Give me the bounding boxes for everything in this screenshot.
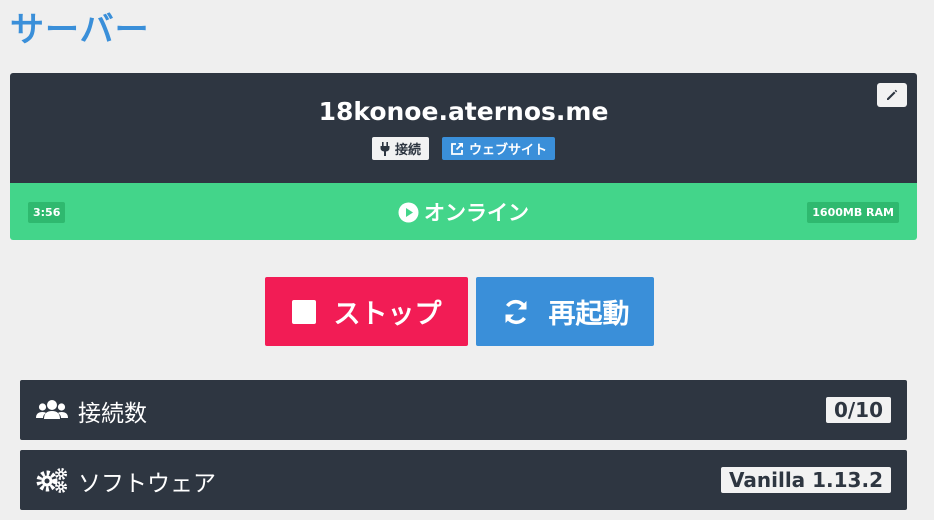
players-row[interactable]: 接続数 0/10 bbox=[20, 380, 907, 440]
play-circle-icon bbox=[398, 202, 419, 222]
status-text: オンライン bbox=[424, 201, 529, 225]
restart-button[interactable]: 再起動 bbox=[476, 277, 654, 346]
server-badges: 接続 ウェブサイト bbox=[10, 137, 917, 160]
players-value: 0/10 bbox=[825, 397, 891, 423]
external-link-icon bbox=[451, 142, 463, 155]
refresh-icon bbox=[504, 299, 527, 324]
connect-badge[interactable]: 接続 bbox=[371, 137, 429, 160]
gears-icon bbox=[36, 468, 67, 493]
software-label: ソフトウェア bbox=[78, 471, 216, 497]
server-card: 18konoe.aternos.me 接続 ウェブサイト 3:56 オンライン … bbox=[10, 73, 917, 240]
status-label: オンライン bbox=[10, 197, 917, 227]
server-address[interactable]: 18konoe.aternos.me bbox=[10, 97, 917, 126]
ram-badge: 1600MB RAM bbox=[807, 202, 899, 223]
stop-icon bbox=[291, 299, 316, 324]
restart-label: 再起動 bbox=[548, 299, 630, 330]
stop-label: ストップ bbox=[333, 299, 442, 330]
stop-button[interactable]: ストップ bbox=[265, 277, 468, 346]
website-badge[interactable]: ウェブサイト bbox=[442, 137, 556, 160]
software-value: Vanilla 1.13.2 bbox=[720, 467, 891, 493]
plug-icon bbox=[380, 141, 390, 156]
website-label: ウェブサイト bbox=[469, 143, 548, 158]
server-header: 18konoe.aternos.me 接続 ウェブサイト bbox=[10, 73, 917, 183]
status-bar: 3:56 オンライン 1600MB RAM bbox=[10, 183, 917, 240]
connect-label: 接続 bbox=[394, 143, 421, 158]
software-row[interactable]: ソフトウェア Vanilla 1.13.2 bbox=[20, 450, 907, 510]
page-title: サーバー bbox=[10, 10, 150, 50]
users-icon bbox=[36, 400, 68, 419]
players-label: 接続数 bbox=[78, 401, 147, 427]
